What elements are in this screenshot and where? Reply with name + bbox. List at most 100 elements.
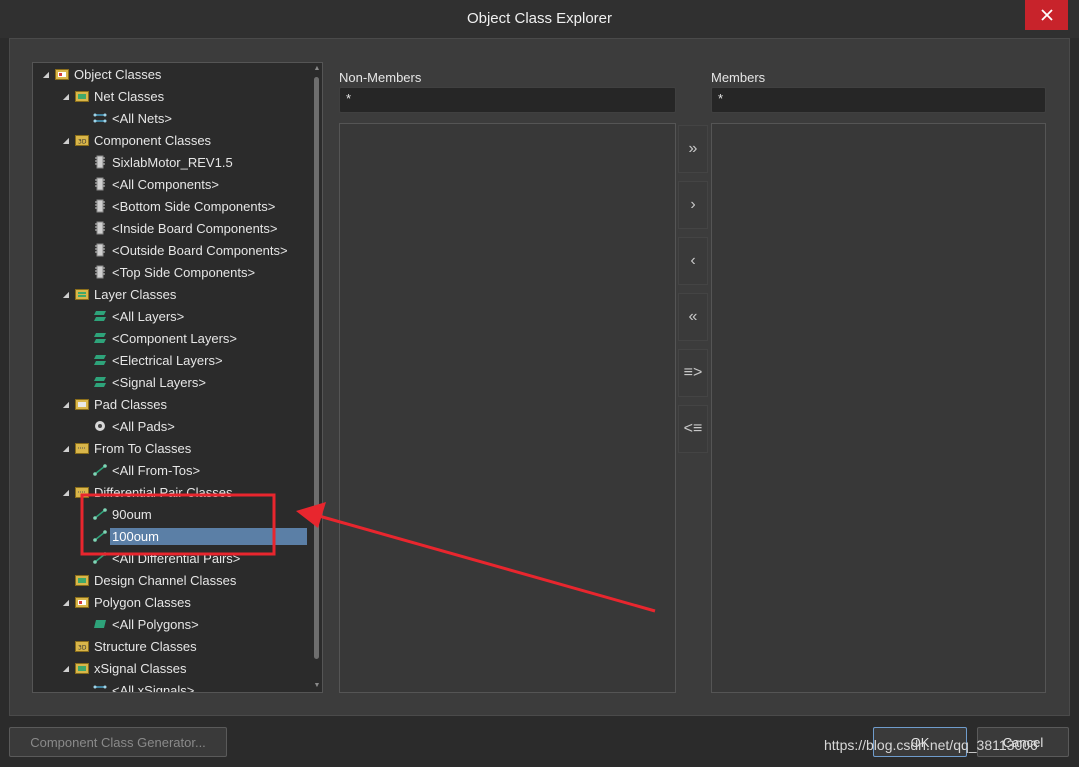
- tree-item[interactable]: SixlabMotor_REV1.5: [33, 151, 311, 173]
- polygon-icon: [93, 617, 107, 631]
- non-members-label: Non-Members: [339, 70, 422, 85]
- tree-item-label: <Top Side Components>: [112, 264, 256, 280]
- tree-item[interactable]: <All Components>: [33, 173, 311, 195]
- component-icon: [93, 221, 107, 235]
- tree-item[interactable]: ◢ Object Classes: [33, 63, 311, 85]
- tree-item-label: <Signal Layers>: [112, 374, 206, 390]
- diffpair-icon: [93, 551, 107, 565]
- layer-classes-icon: [75, 287, 89, 301]
- tree-item-label: <All Layers>: [112, 308, 185, 324]
- tree-item[interactable]: ◢ 3D Component Classes: [33, 129, 311, 151]
- expand-toggle-icon[interactable]: ◢: [61, 664, 71, 673]
- expand-toggle-icon[interactable]: ◢: [61, 444, 71, 453]
- expand-toggle-icon[interactable]: ◢: [61, 290, 71, 299]
- tree-item[interactable]: <All From-Tos>: [33, 459, 311, 481]
- tree-item-label: Pad Classes: [94, 396, 167, 412]
- tree-item[interactable]: <Bottom Side Components>: [33, 195, 311, 217]
- tree-item-label: <All Differential Pairs>: [112, 550, 241, 566]
- move-selected-right-button[interactable]: ≡>: [678, 349, 708, 397]
- diffpair-icon: [93, 507, 107, 521]
- tree-item-label: Structure Classes: [94, 638, 197, 654]
- tree-item[interactable]: ◢ Polygon Classes: [33, 591, 311, 613]
- tree-item[interactable]: ◢ Pad Classes: [33, 393, 311, 415]
- tree-item[interactable]: <All Differential Pairs>: [33, 547, 311, 569]
- members-filter-input[interactable]: *: [711, 87, 1046, 113]
- tree-item[interactable]: <All Nets>: [33, 107, 311, 129]
- expand-toggle-icon[interactable]: ◢: [41, 70, 51, 79]
- non-members-list[interactable]: [339, 123, 676, 693]
- tree-item[interactable]: <All xSignals>: [33, 679, 311, 692]
- tree-item[interactable]: <Component Layers>: [33, 327, 311, 349]
- tree-item[interactable]: ◢ From To Classes: [33, 437, 311, 459]
- component-icon: [93, 243, 107, 257]
- component-class-generator-button[interactable]: Component Class Generator...: [9, 727, 227, 757]
- watermark-text: https://blog.csdn.net/qq_38113006: [824, 737, 1038, 753]
- window-title: Object Class Explorer: [466, 10, 613, 27]
- pad-classes-icon: [75, 397, 89, 411]
- scroll-down-icon[interactable]: ▼: [311, 680, 322, 692]
- class-tree[interactable]: ◢ Object Classes ◢ Net Classes <All Nets> ◢ 3D…: [33, 63, 311, 692]
- move-right-button[interactable]: ›: [678, 181, 708, 229]
- component-icon: [93, 155, 107, 169]
- tree-item-label: From To Classes: [94, 440, 192, 456]
- tree-scrollbar[interactable]: ▲ ▼: [311, 63, 322, 692]
- expand-toggle-icon[interactable]: ◢: [61, 136, 71, 145]
- members-list[interactable]: [711, 123, 1046, 693]
- tree-item-label: SixlabMotor_REV1.5: [112, 154, 233, 170]
- tree-item[interactable]: <Inside Board Components>: [33, 217, 311, 239]
- tree-item-label: <All Components>: [112, 176, 219, 192]
- expand-toggle-icon[interactable]: ◢: [61, 488, 71, 497]
- tree-item-label: <All xSignals>: [112, 682, 195, 693]
- layer-icon: [93, 375, 107, 389]
- tree-item[interactable]: 3D Structure Classes: [33, 635, 311, 657]
- scroll-up-icon[interactable]: ▲: [311, 63, 322, 75]
- move-all-left-button[interactable]: «: [678, 293, 708, 341]
- svg-text:3D: 3D: [78, 645, 87, 652]
- tree-item-label: 90oum: [112, 506, 152, 522]
- tree-item[interactable]: <All Pads>: [33, 415, 311, 437]
- tree-item-label: 100oum: [110, 527, 307, 545]
- tree-item[interactable]: ◢ Differential Pair Classes: [33, 481, 311, 503]
- fromto-icon: [93, 463, 107, 477]
- tree-item[interactable]: <Top Side Components>: [33, 261, 311, 283]
- xsignal-classes-icon: [75, 661, 89, 675]
- tree-item-label: <All Polygons>: [112, 616, 199, 632]
- move-left-button[interactable]: ‹: [678, 237, 708, 285]
- tree-item[interactable]: 100oum: [33, 525, 311, 547]
- members-label: Members: [711, 70, 766, 85]
- diffpair-icon: [93, 529, 107, 543]
- tree-item[interactable]: ◢ Net Classes: [33, 85, 311, 107]
- layer-icon: [93, 353, 107, 367]
- scroll-thumb[interactable]: [314, 77, 319, 659]
- expand-toggle-icon[interactable]: ◢: [61, 92, 71, 101]
- tree-item[interactable]: 90oum: [33, 503, 311, 525]
- component-icon: [93, 177, 107, 191]
- tree-item[interactable]: ◢ Layer Classes: [33, 283, 311, 305]
- tree-item-label: <All From-Tos>: [112, 462, 201, 478]
- tree-item[interactable]: <All Polygons>: [33, 613, 311, 635]
- expand-toggle-icon[interactable]: ◢: [61, 598, 71, 607]
- move-all-right-button[interactable]: »: [678, 125, 708, 173]
- tree-item-label: <All Nets>: [112, 110, 172, 126]
- tree-item-label: xSignal Classes: [94, 660, 187, 676]
- tree-item[interactable]: <Outside Board Components>: [33, 239, 311, 261]
- tree-item[interactable]: Design Channel Classes: [33, 569, 311, 591]
- tree-item[interactable]: <Electrical Layers>: [33, 349, 311, 371]
- close-button[interactable]: [1025, 0, 1068, 30]
- tree-item-label: Net Classes: [94, 88, 165, 104]
- component-classes-icon: 3D: [75, 133, 89, 147]
- move-selected-left-button[interactable]: <≡: [678, 405, 708, 453]
- expand-toggle-icon[interactable]: ◢: [61, 400, 71, 409]
- tree-item-label: <All Pads>: [112, 418, 175, 434]
- tree-item[interactable]: <Signal Layers>: [33, 371, 311, 393]
- svg-text:3D: 3D: [78, 139, 87, 146]
- tree-item-label: <Component Layers>: [112, 330, 238, 346]
- tree-item[interactable]: ◢ xSignal Classes: [33, 657, 311, 679]
- design-channel-classes-icon: [75, 573, 89, 587]
- non-members-filter-input[interactable]: *: [339, 87, 676, 113]
- tree-item[interactable]: <All Layers>: [33, 305, 311, 327]
- polygon-classes-icon: [75, 595, 89, 609]
- layer-icon: [93, 309, 107, 323]
- component-icon: [93, 265, 107, 279]
- tree-item-label: Layer Classes: [94, 286, 177, 302]
